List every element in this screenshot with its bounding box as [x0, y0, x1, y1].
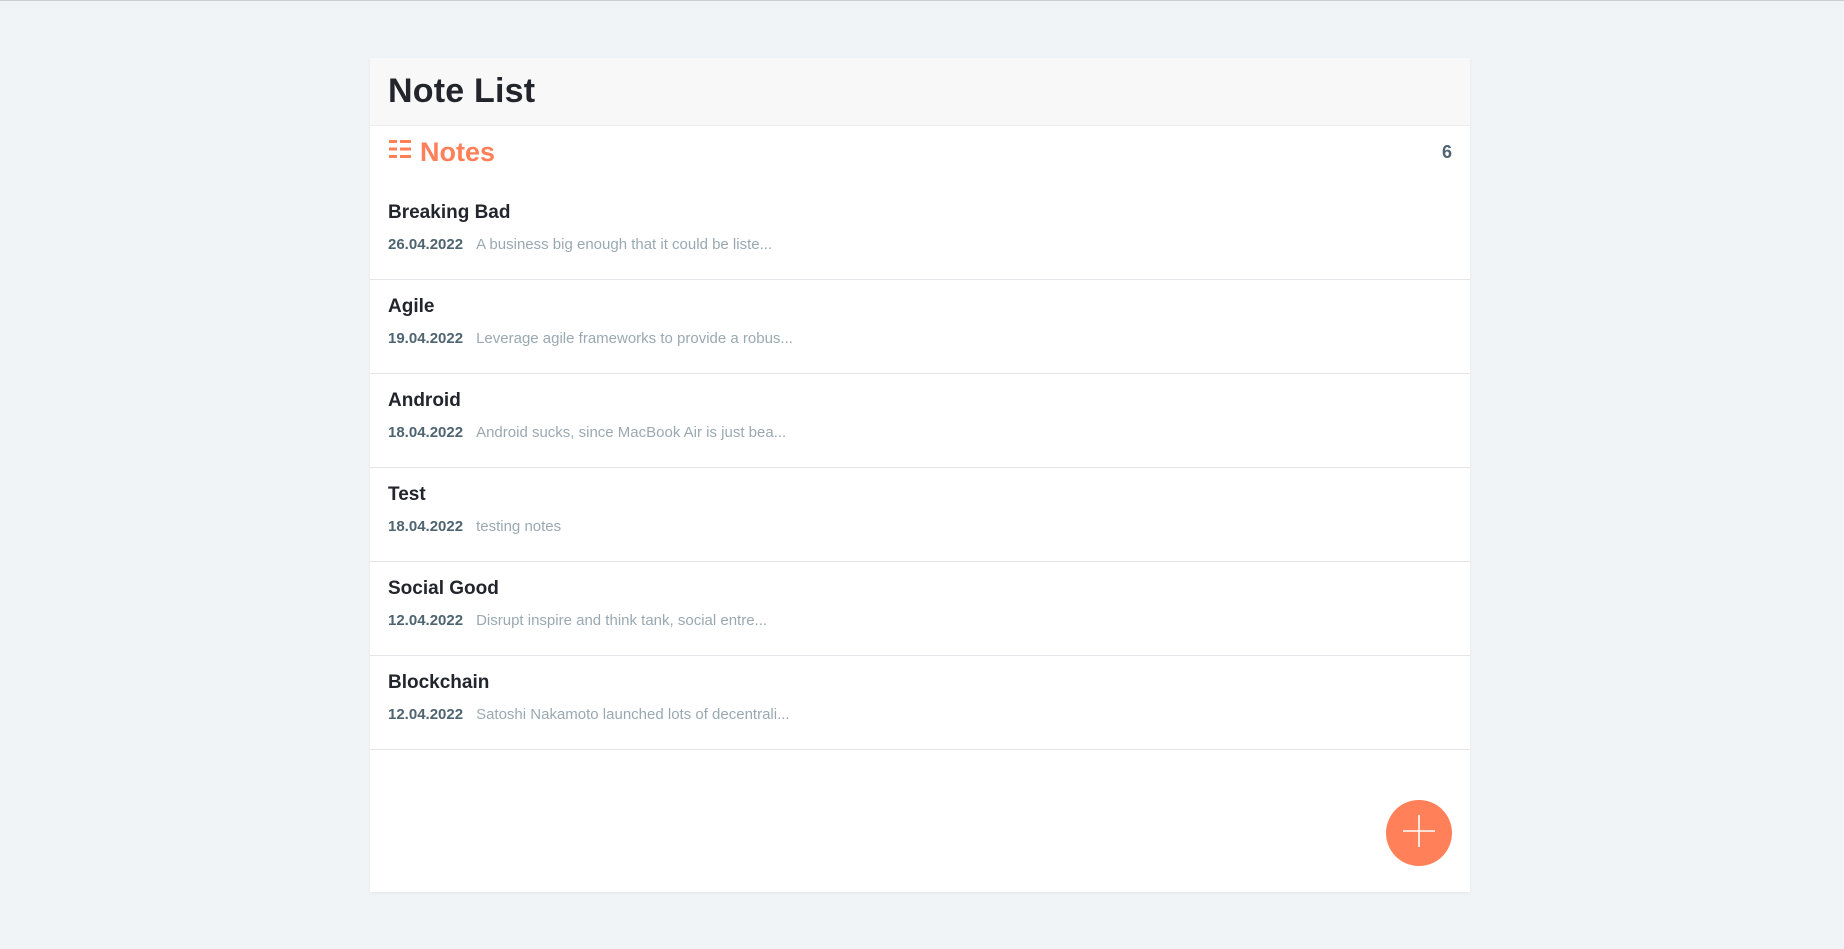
note-title: Blockchain — [388, 672, 490, 693]
list-item[interactable]: Social Good 12.04.2022 Disrupt inspire a… — [370, 562, 1470, 656]
note-meta: 19.04.2022 Leverage agile frameworks to … — [388, 330, 793, 347]
notes-heading: Notes — [388, 137, 495, 168]
list-icon — [388, 137, 420, 168]
list-item[interactable]: Android 18.04.2022 Android sucks, since … — [370, 374, 1470, 468]
note-meta: 18.04.2022 Android sucks, since MacBook … — [388, 424, 786, 441]
note-snippet: Satoshi Nakamoto launched lots of decent… — [476, 706, 790, 723]
note-snippet: Leverage agile frameworks to provide a r… — [476, 330, 793, 347]
plus-icon — [1401, 813, 1437, 854]
notes-label: Notes — [420, 136, 496, 167]
notes-count: 6 — [1441, 141, 1452, 162]
note-date: 19.04.2022 — [388, 330, 464, 347]
note-title: Test — [388, 484, 426, 505]
note-meta: 12.04.2022 Satoshi Nakamoto launched lot… — [388, 706, 790, 723]
note-meta: 18.04.2022 testing notes — [388, 518, 561, 535]
top-divider — [0, 0, 1844, 1]
note-title: Agile — [388, 296, 435, 317]
note-date: 12.04.2022 — [388, 612, 464, 629]
notes-section-header: Notes 6 — [370, 126, 1470, 178]
note-snippet: testing notes — [476, 518, 562, 535]
note-snippet: A business big enough that it could be l… — [476, 236, 773, 253]
note-meta: 26.04.2022 A business big enough that it… — [388, 236, 772, 253]
note-date: 26.04.2022 — [388, 236, 464, 253]
note-list-card: Note List Notes 6 Breaking Bad 26.04.202… — [370, 58, 1470, 892]
list-item[interactable]: Test 18.04.2022 testing notes — [370, 468, 1470, 562]
note-date: 12.04.2022 — [388, 706, 464, 723]
note-snippet: Disrupt inspire and think tank, social e… — [476, 612, 768, 629]
note-title: Breaking Bad — [388, 202, 511, 223]
list-item[interactable]: Agile 19.04.2022 Leverage agile framewor… — [370, 280, 1470, 374]
page-title: Note List — [388, 72, 536, 110]
note-date: 18.04.2022 — [388, 424, 464, 441]
add-note-button[interactable] — [1386, 800, 1452, 866]
note-date: 18.04.2022 — [388, 518, 464, 535]
card-header: Note List — [370, 58, 1470, 126]
note-list: Breaking Bad 26.04.2022 A business big e… — [370, 186, 1470, 750]
list-item[interactable]: Blockchain 12.04.2022 Satoshi Nakamoto l… — [370, 656, 1470, 750]
note-snippet: Android sucks, since MacBook Air is just… — [476, 424, 787, 441]
note-title: Android — [388, 390, 461, 411]
list-item[interactable]: Breaking Bad 26.04.2022 A business big e… — [370, 186, 1470, 280]
note-title: Social Good — [388, 578, 499, 599]
note-meta: 12.04.2022 Disrupt inspire and think tan… — [388, 612, 767, 629]
